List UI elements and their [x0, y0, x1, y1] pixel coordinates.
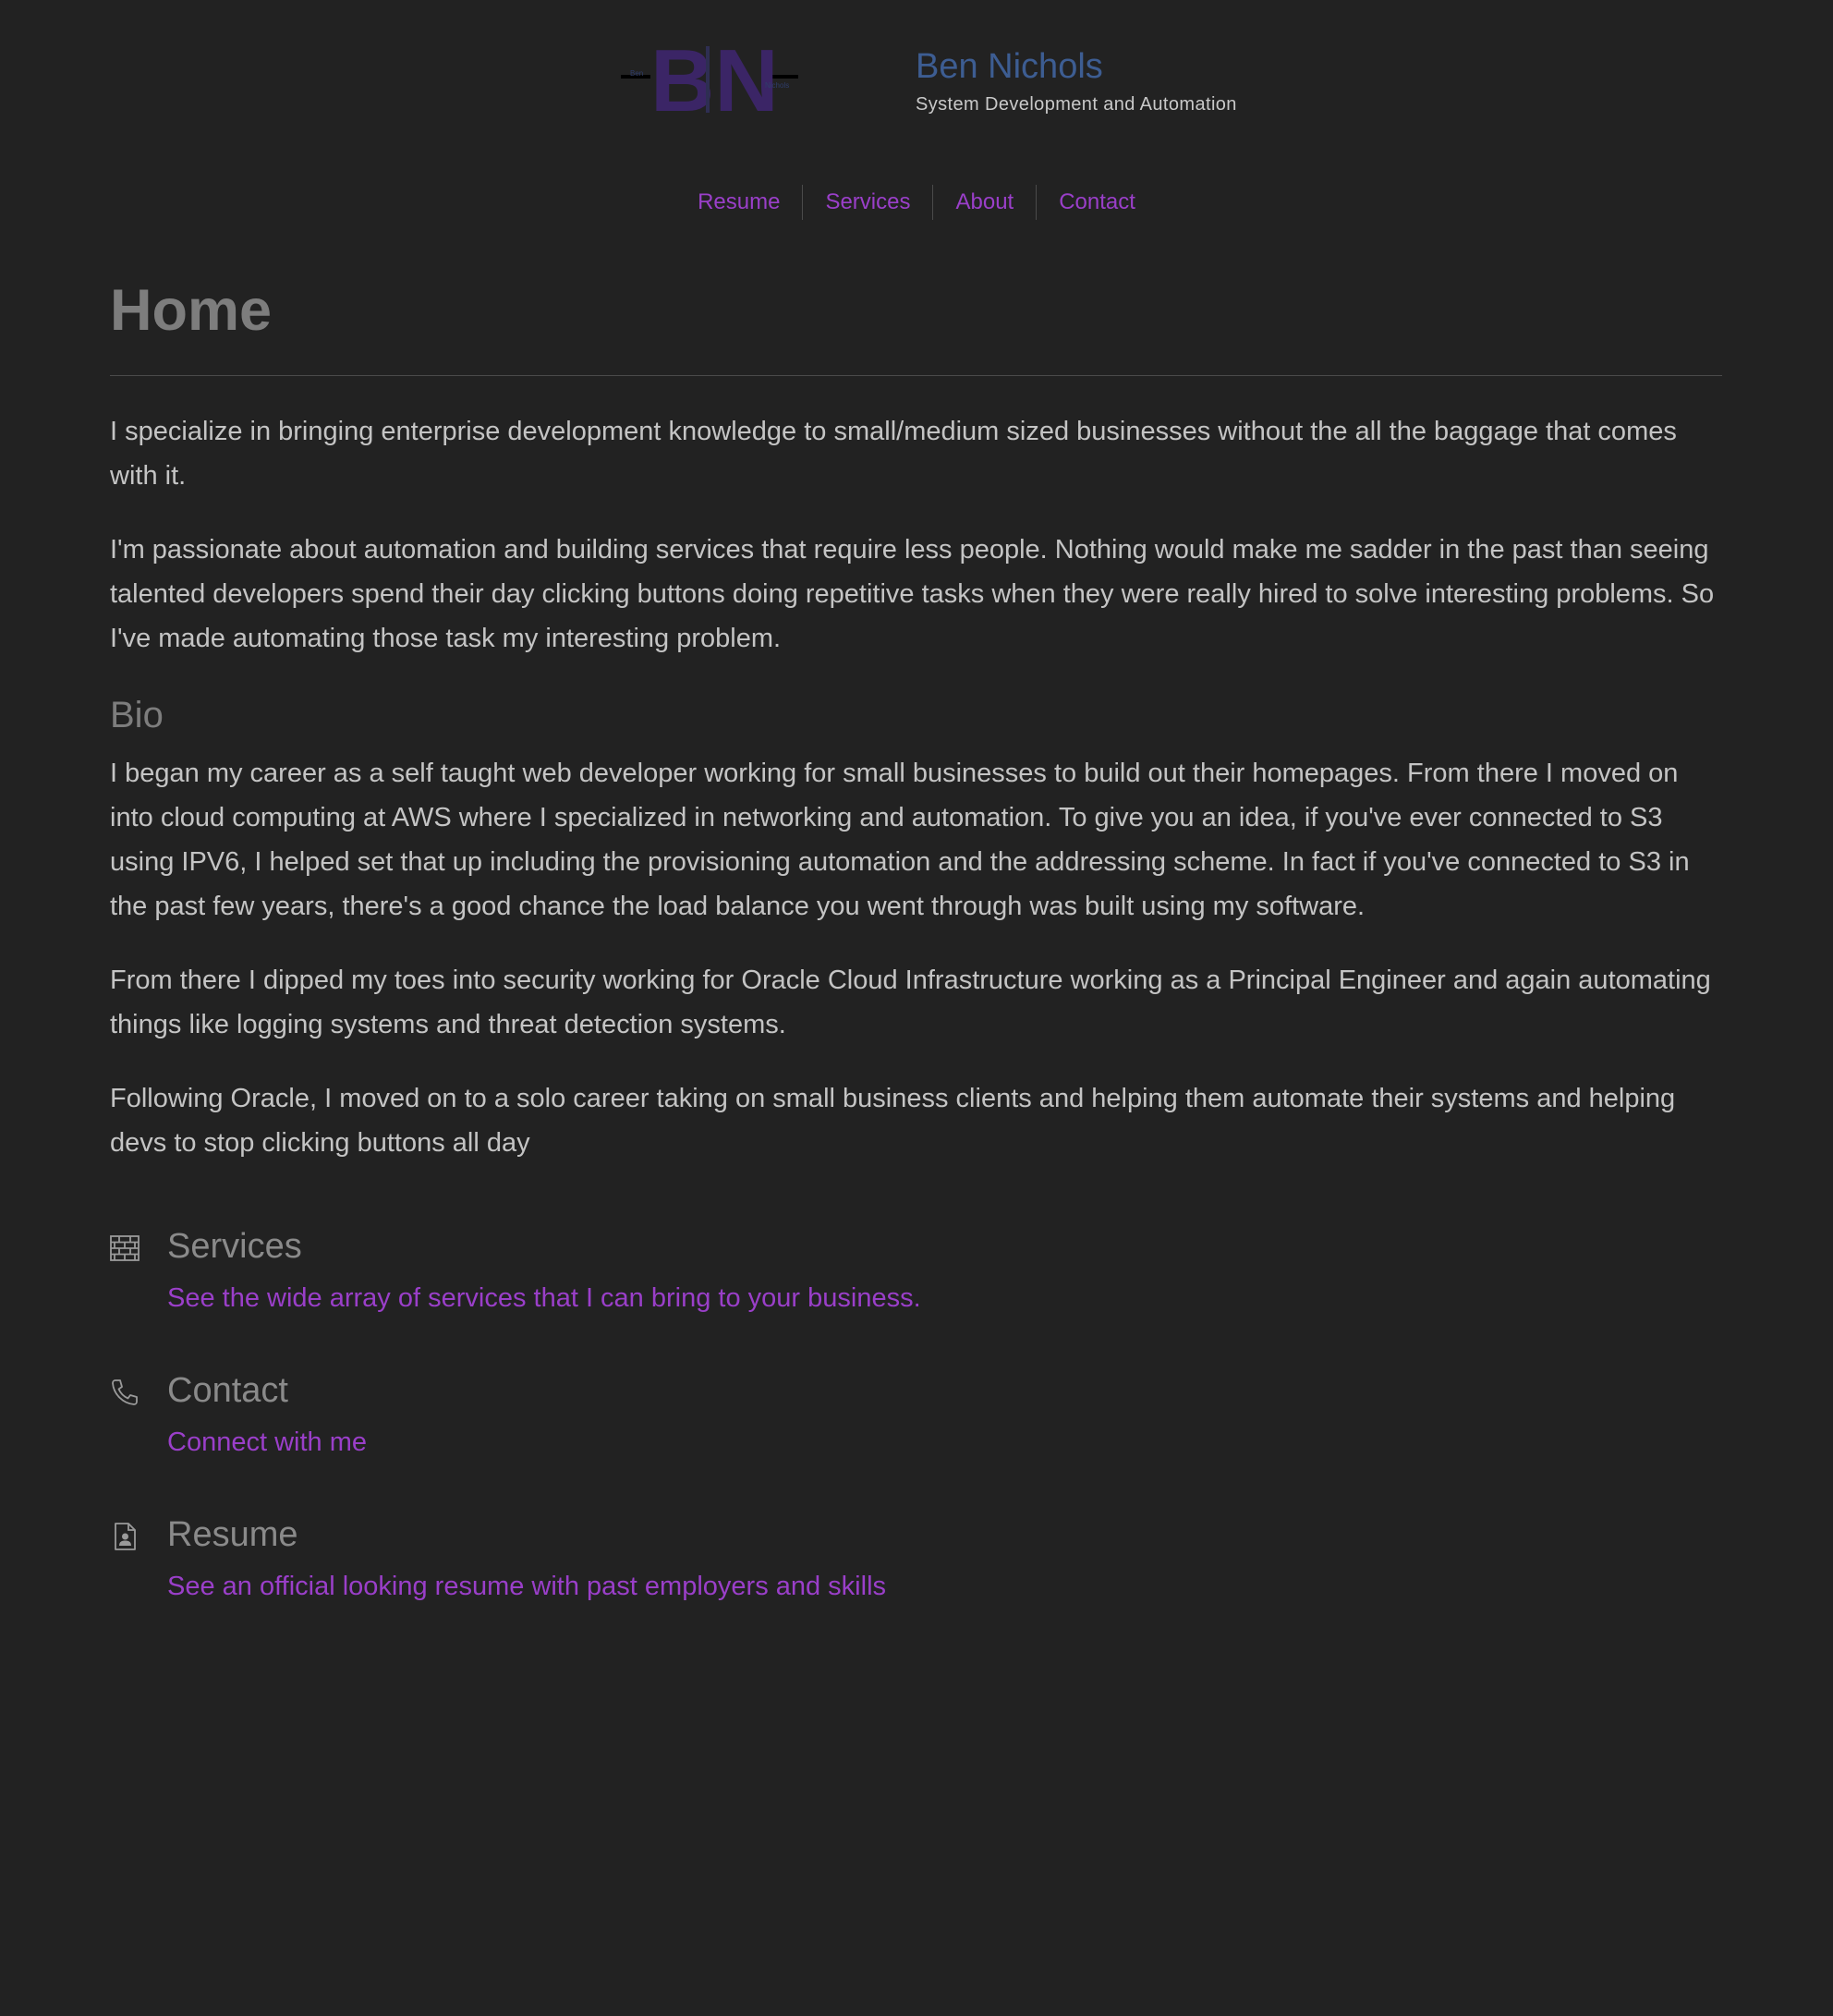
nav-item-services[interactable]: Services	[803, 185, 932, 220]
resume-document-icon	[110, 1522, 140, 1551]
services-link[interactable]: See the wide array of services that I ca…	[167, 1280, 1722, 1317]
feature-title-resume: Resume	[167, 1515, 298, 1554]
bio-heading: Bio	[110, 695, 164, 735]
main-nav: Resume Services About Contact	[0, 185, 1833, 220]
nav-item-contact[interactable]: Contact	[1037, 185, 1158, 220]
title-divider	[110, 375, 1722, 376]
feature-services: Services See the wide array of services …	[110, 1222, 1722, 1317]
intro-paragraph: I'm passionate about automation and buil…	[110, 535, 1715, 653]
feature-resume: Resume See an official looking resume wi…	[110, 1511, 1722, 1605]
nav-item-about[interactable]: About	[933, 185, 1036, 220]
bio-paragraph: From there I dipped my toes into securit…	[110, 965, 1711, 1039]
main-content: Home I specialize in bringing enterprise…	[110, 268, 1722, 1655]
intro-paragraph: I specialize in bringing enterprise deve…	[110, 417, 1677, 491]
logo-small-right: Nichols	[765, 81, 789, 90]
nav-item-resume[interactable]: Resume	[675, 185, 802, 220]
logo-letters: BN	[650, 37, 779, 120]
site-tagline: System Development and Automation	[916, 94, 1237, 115]
bio-paragraph: Following Oracle, I moved on to a solo c…	[110, 1084, 1676, 1158]
feature-title-contact: Contact	[167, 1371, 288, 1410]
logo[interactable]: BN Ben Nichols	[621, 31, 798, 130]
page-title: Home	[110, 278, 273, 343]
brand: Ben Nichols System Development and Autom…	[916, 44, 1237, 115]
logo-graphic: BN Ben Nichols	[621, 31, 798, 130]
feature-title-services: Services	[167, 1227, 302, 1266]
logo-small-left: Ben	[630, 69, 643, 78]
bio-paragraph: I began my career as a self taught web d…	[110, 759, 1690, 921]
brick-wall-icon	[110, 1233, 140, 1263]
contact-link[interactable]: Connect with me	[167, 1424, 1722, 1461]
site-name[interactable]: Ben Nichols	[916, 44, 1237, 89]
phone-icon	[110, 1378, 140, 1407]
resume-link[interactable]: See an official looking resume with past…	[167, 1568, 1722, 1605]
feature-contact: Contact Connect with me	[110, 1366, 1722, 1461]
